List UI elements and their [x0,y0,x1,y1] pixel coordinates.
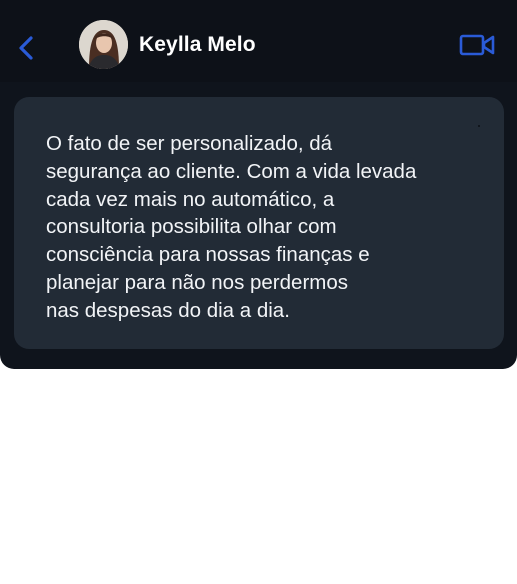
chat-window: Keylla Melo O fato de ser personalizado,… [0,0,517,369]
video-call-button[interactable] [459,33,496,57]
message-bubble: O fato de ser personalizado, dá seguranç… [14,97,504,349]
avatar[interactable] [79,20,128,69]
video-camera-icon [459,34,495,56]
avatar-photo [79,20,128,69]
message-text: O fato de ser personalizado, dá seguranç… [46,132,417,322]
contact-name[interactable]: Keylla Melo [139,33,256,57]
chat-header: Keylla Melo [0,0,517,82]
chevron-left-icon [19,36,33,60]
bubble-marker [478,125,480,127]
back-button[interactable] [12,30,42,66]
